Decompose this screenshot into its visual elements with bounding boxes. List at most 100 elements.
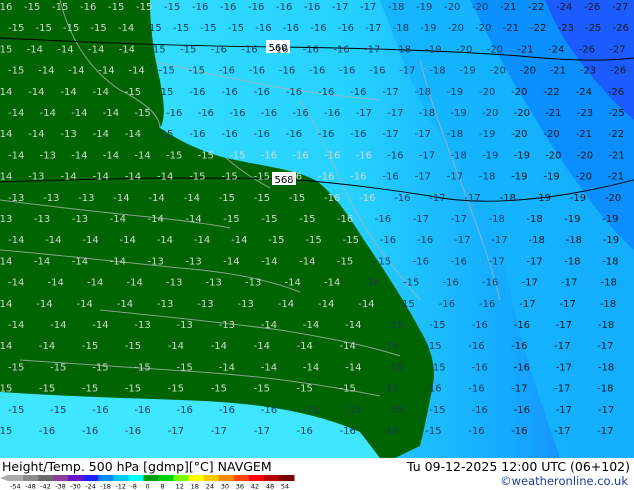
temperature-label: -18 [479,172,495,183]
scale-tick-label: 8 [161,483,165,490]
temperature-label: -25 [608,108,624,119]
temperature-label: -17 [554,426,570,437]
temperature-label: -15 [149,44,165,55]
temperature-label: -14 [40,108,56,119]
temperature-label: -15 [429,362,445,373]
temperature-label: -16 [511,341,527,352]
scale-tick-label: 30 [221,483,229,490]
temperature-label: -16 [309,66,325,77]
temperature-label: -14 [27,44,43,55]
temperature-label: -15 [125,87,141,98]
temperature-label: -16 [0,2,12,13]
temperature-label: -16 [382,426,398,437]
temperature-label: -14 [345,320,361,331]
temperature-label: -15 [387,405,403,416]
temperature-label: -15 [228,23,244,34]
temperature-label: -21 [608,150,624,161]
temperature-label: -16 [286,129,302,140]
temperature-label: -13 [34,214,50,225]
temperature-label: -13 [219,320,235,331]
scale-swatch [203,475,220,481]
temperature-label: -15 [340,384,356,395]
temperature-label: -16 [39,426,55,437]
temperature-label: -18 [529,235,545,246]
temperature-label: -13 [148,256,164,267]
temperature-label: -17 [429,193,445,204]
temperature-label: -16 [261,150,277,161]
temperature-label: -16 [303,44,319,55]
temperature-label: -19 [482,150,498,161]
scale-swatch [113,475,129,481]
temperature-label: -15 [382,384,398,395]
temperature-label: -16 [286,172,302,183]
temperature-label: -15 [8,66,24,77]
temperature-label: -15 [337,256,353,267]
temperature-label: -13 [238,299,254,310]
temperature-label: -17 [511,384,527,395]
temperature-label: -20 [576,172,592,183]
scale-tick-label: -18 [100,483,111,490]
temperature-label: -15 [387,362,403,373]
temperature-label: -14 [0,256,12,267]
temperature-label: -16 [468,341,484,352]
temperature-label: -16 [380,235,396,246]
temperature-label: -14 [8,150,24,161]
scale-swatch [38,475,54,481]
scale-swatch [188,475,205,481]
temperature-label: -27 [612,2,628,13]
temperature-label: -14 [39,341,55,352]
temperature-label: -16 [80,2,96,13]
temperature-label: -18 [526,214,542,225]
temperature-label: -19 [420,23,436,34]
temperature-label: -24 [556,2,572,13]
temperature-label: -16 [472,362,488,373]
scale-tick-label: -38 [55,483,66,490]
temperature-label: -16 [248,2,264,13]
temperature-label: -19 [425,44,441,55]
temperature-label: -14 [303,320,319,331]
temperature-label: -20 [479,87,495,98]
temperature-label: -16 [166,108,182,119]
temperature-label: -23 [580,66,596,77]
scale-swatch [278,475,295,481]
temperature-label: -16 [514,320,530,331]
temperature-label: -13 [8,193,24,204]
temperature-label: -26 [608,87,624,98]
temperature-label: -13 [197,299,213,310]
temperature-label: -17 [356,108,372,119]
temperature-label: -19 [459,66,475,77]
temperature-label: -18 [566,235,582,246]
scale-tick-label: 18 [191,483,199,490]
scale-swatch [23,475,39,481]
temperature-label: -15 [211,384,227,395]
temperature-label: -15 [198,150,214,161]
temperature-label: -14 [93,172,109,183]
temperature-label: -16 [511,426,527,437]
temperature-label: -16 [283,23,299,34]
temperature-label: -16 [279,66,295,77]
temperature-label: -14 [82,235,98,246]
temperature-label: -19 [514,150,530,161]
temperature-label: -17 [332,2,348,13]
scale-tick-label: -24 [85,483,96,490]
temperature-label: -17 [447,172,463,183]
temperature-label: -16 [229,108,245,119]
temperature-label: -17 [451,214,467,225]
temperature-label: -14 [278,299,294,310]
map-title: Height/Temp. 500 hPa [gdmp][°C] NAVGEM [2,459,272,474]
scale-swatch [263,475,280,481]
temperature-label: -14 [223,256,239,267]
temperature-label: -16 [394,193,410,204]
temperature-label: -17 [554,384,570,395]
temperature-label: -20 [543,129,559,140]
temperature-label: -15 [8,362,24,373]
temperature-label: -15 [429,405,445,416]
temperature-label: -14 [50,320,66,331]
temperature-label: -14 [8,320,24,331]
temperature-label: -14 [219,362,235,373]
temperature-label: -18 [489,214,505,225]
temperature-label: -17 [561,278,577,289]
temperature-label: -16 [413,256,429,267]
temperature-label: -16 [339,66,355,77]
temperature-label: -25 [585,23,601,34]
